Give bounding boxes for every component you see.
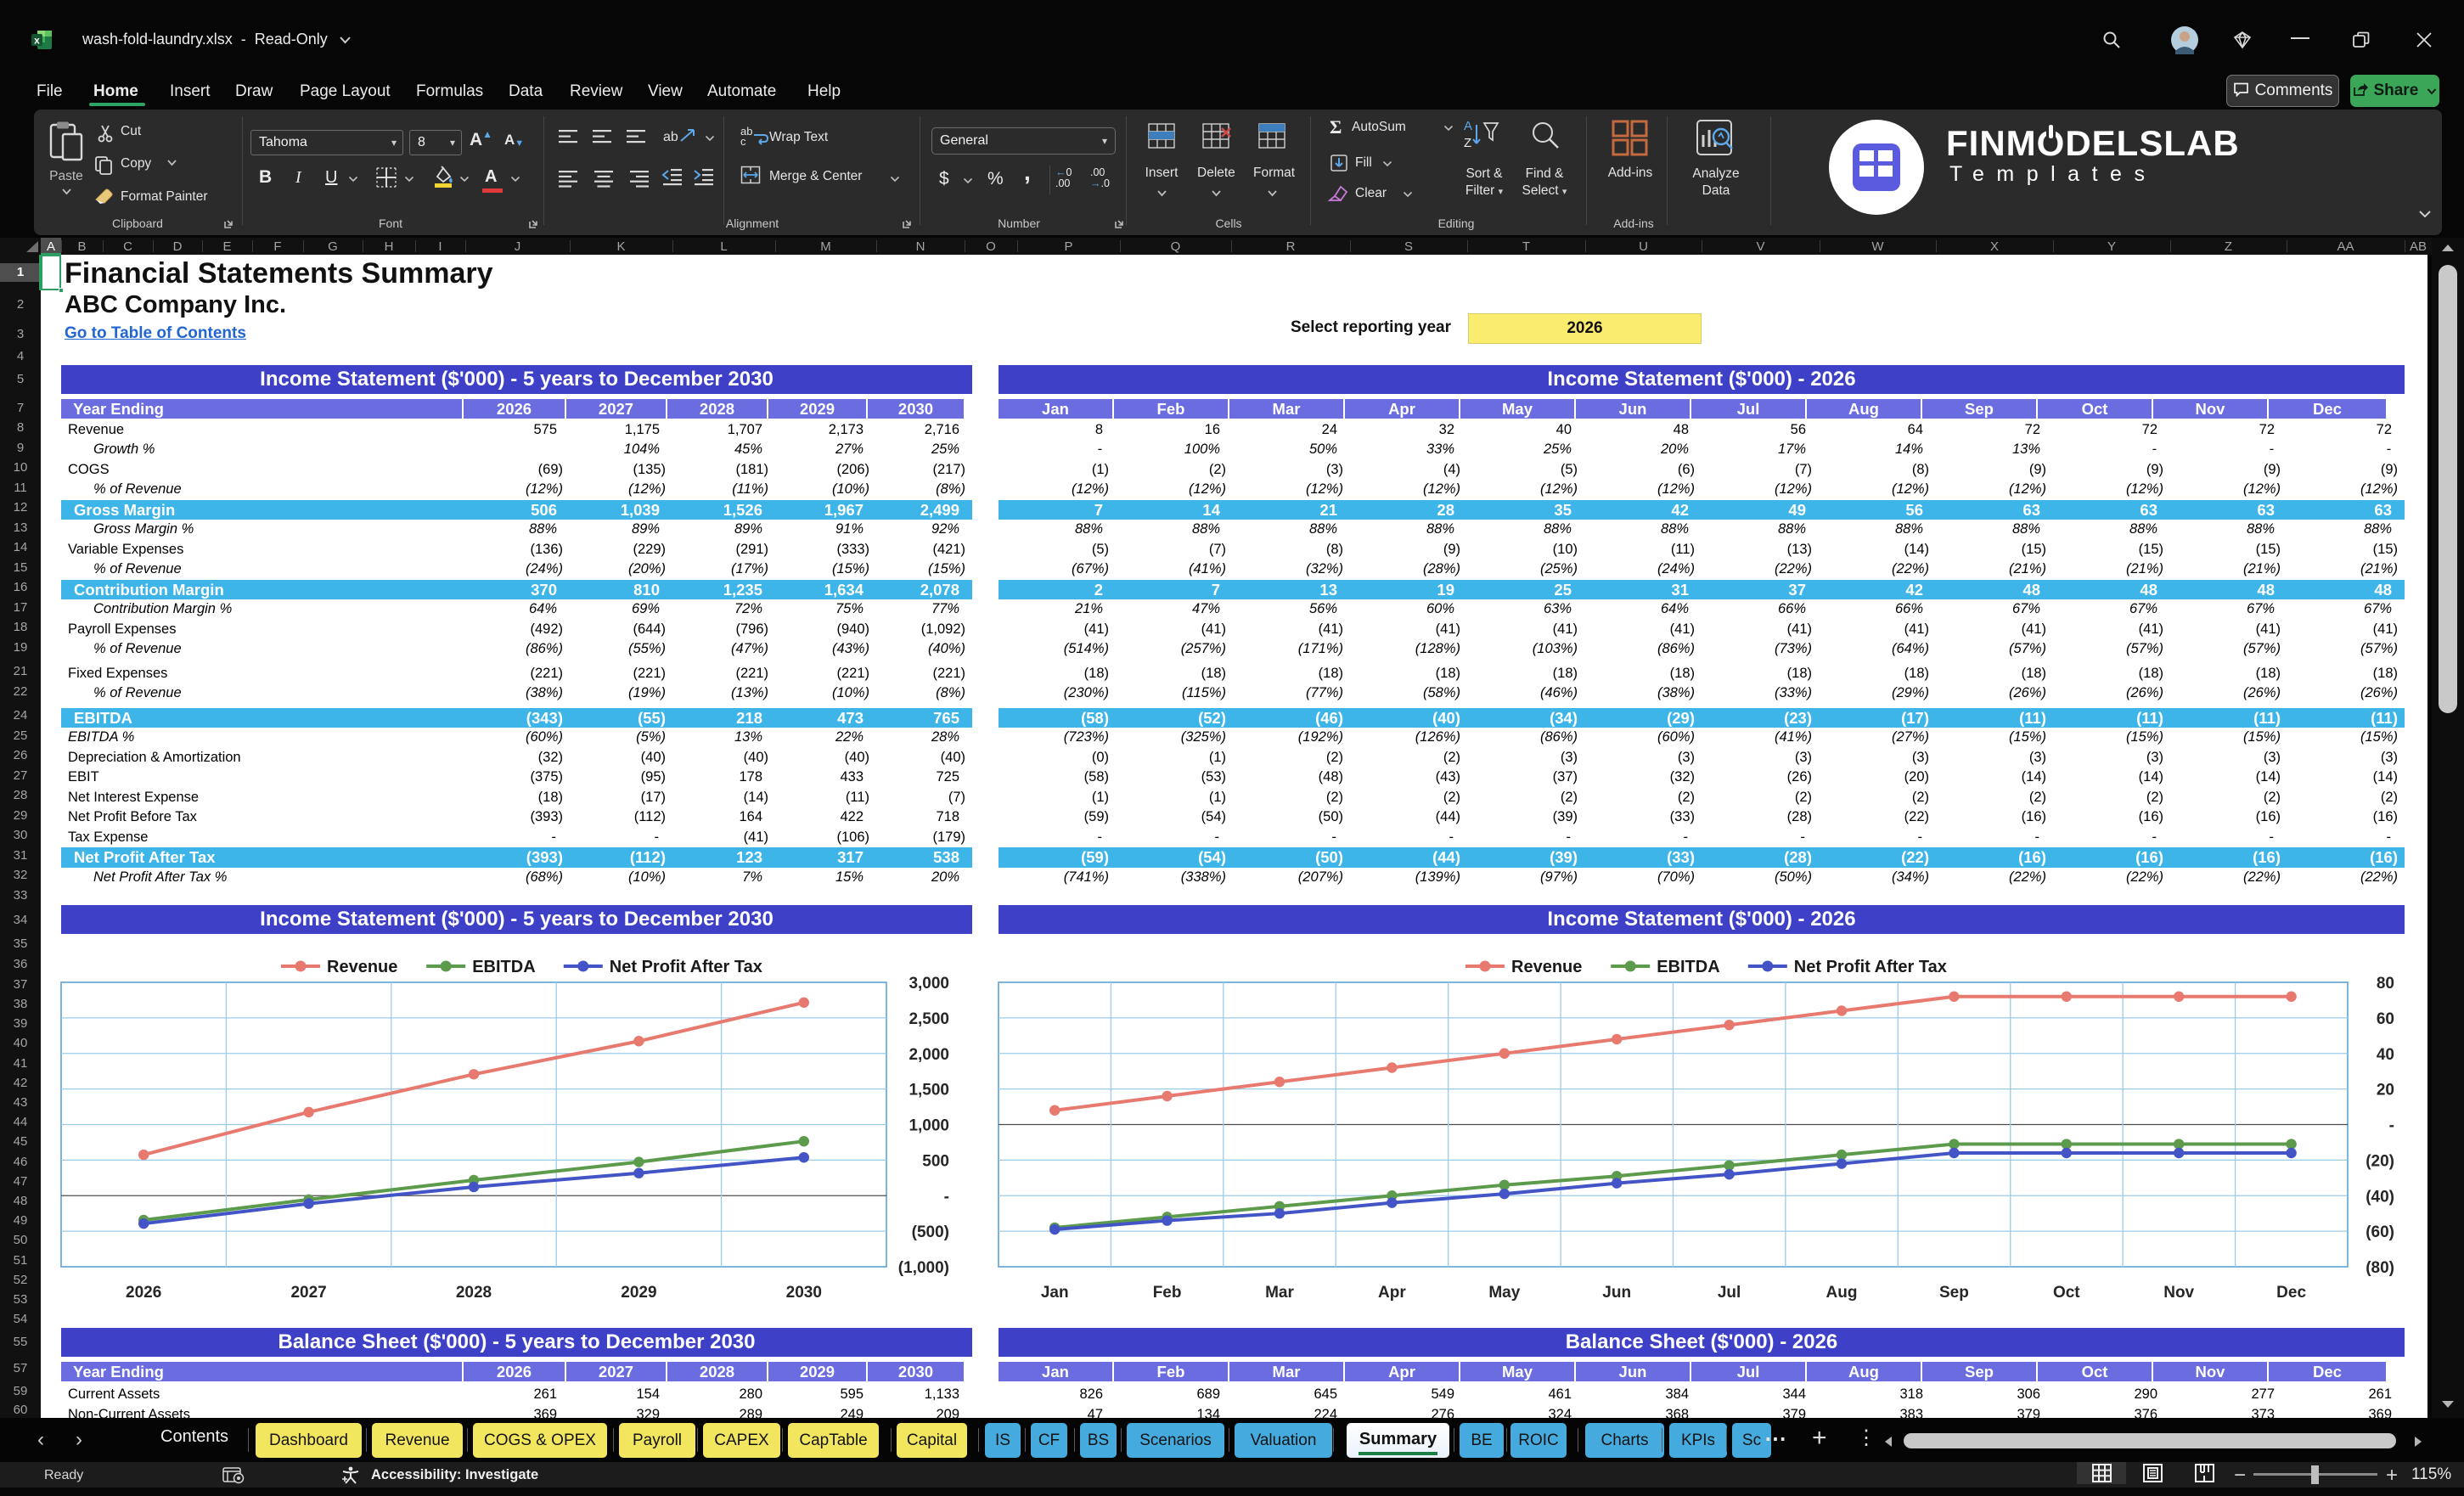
svg-text:2029: 2029	[621, 1284, 656, 1302]
svg-text:2,500: 2,500	[909, 1010, 949, 1028]
svg-text:Jan: Jan	[1041, 1284, 1069, 1302]
svg-text:Z: Z	[1464, 136, 1471, 150]
svg-text:Apr: Apr	[1378, 1284, 1406, 1302]
svg-text:EBITDA: EBITDA	[1657, 958, 1719, 976]
svg-text:(60): (60)	[2366, 1223, 2394, 1241]
svg-text:2028: 2028	[456, 1284, 492, 1302]
svg-text:(500): (500)	[912, 1223, 949, 1241]
svg-text:Dec: Dec	[2276, 1284, 2306, 1302]
svg-text:Mar: Mar	[1265, 1284, 1294, 1302]
svg-text:Oct: Oct	[2053, 1284, 2080, 1302]
svg-text:Revenue: Revenue	[327, 958, 397, 976]
svg-text:Net Profit After Tax: Net Profit After Tax	[610, 958, 762, 976]
svg-text:(80): (80)	[2366, 1259, 2394, 1277]
svg-text:Net Profit After Tax: Net Profit After Tax	[1794, 958, 1947, 976]
svg-text:1,000: 1,000	[909, 1117, 949, 1135]
svg-text:-: -	[2389, 1117, 2394, 1135]
svg-text:Revenue: Revenue	[1511, 958, 1582, 976]
svg-text:Feb: Feb	[1153, 1284, 1182, 1302]
svg-text:-: -	[944, 1188, 949, 1206]
svg-text:80: 80	[2377, 975, 2394, 993]
svg-text:(40): (40)	[2366, 1188, 2394, 1206]
svg-text:Jun: Jun	[1602, 1284, 1631, 1302]
svg-text:Nov: Nov	[2163, 1284, 2194, 1302]
svg-text:A: A	[1464, 119, 1472, 133]
svg-text:(20): (20)	[2366, 1152, 2394, 1170]
svg-text:Sep: Sep	[1939, 1284, 1969, 1302]
svg-text:2027: 2027	[290, 1284, 326, 1302]
svg-text:2,000: 2,000	[909, 1046, 949, 1064]
svg-text:2030: 2030	[786, 1284, 822, 1302]
svg-text:1,500: 1,500	[909, 1082, 949, 1100]
svg-text:40: 40	[2377, 1046, 2394, 1064]
svg-text:May: May	[1488, 1284, 1520, 1302]
svg-text:3,000: 3,000	[909, 975, 949, 993]
svg-text:Aug: Aug	[1826, 1284, 1858, 1302]
svg-text:2026: 2026	[126, 1284, 161, 1302]
svg-text:(1,000): (1,000)	[898, 1259, 949, 1277]
svg-text:20: 20	[2377, 1082, 2394, 1100]
svg-text:x: x	[34, 35, 40, 47]
svg-text:Jul: Jul	[1718, 1284, 1741, 1302]
svg-text:EBITDA: EBITDA	[472, 958, 535, 976]
svg-text:500: 500	[922, 1152, 949, 1170]
svg-text:60: 60	[2377, 1010, 2394, 1028]
